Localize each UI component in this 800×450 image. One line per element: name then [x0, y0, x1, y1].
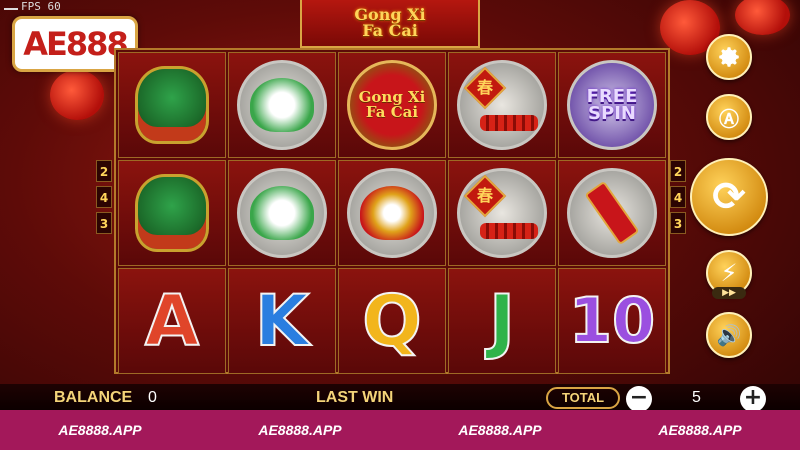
- sound-button[interactable]: 🔊: [706, 312, 752, 358]
- reel-cell-letter-q: Q: [338, 268, 446, 374]
- letter-k-symbol: K: [254, 280, 310, 362]
- chun-char: 春: [476, 78, 493, 97]
- reel-cell-scroll: [558, 160, 666, 266]
- lion-head-medal-symbol: [347, 168, 437, 258]
- reel-cell-gong-xi-coin: Gong Xi Fa Cai: [338, 52, 446, 158]
- green-dragon-symbol: [135, 66, 209, 144]
- bet-plus-button[interactable]: +: [740, 386, 766, 412]
- promo-text: AE8888.APP: [258, 422, 342, 438]
- spin-icon: ⟳: [712, 174, 746, 220]
- gear-icon: [719, 47, 739, 67]
- chun-firecracker-symbol: 春: [457, 168, 547, 258]
- line-number: 3: [670, 212, 686, 234]
- auto-icon: Ⓐ: [719, 106, 739, 131]
- promo-text: AE8888.APP: [658, 422, 742, 438]
- firecracker-icon: [480, 223, 538, 239]
- bet-value: 5: [692, 389, 701, 406]
- chun-char: 春: [476, 186, 493, 205]
- firecracker-icon: [480, 115, 538, 131]
- reel-cell-letter-j: J: [448, 268, 556, 374]
- line-numbers-left: 2 4 3: [96, 160, 112, 234]
- free-spin-symbol: FREE SPIN: [567, 60, 657, 150]
- reel-cell-lion-dance: [228, 160, 336, 266]
- reel-cell-letter-a: A: [118, 268, 226, 374]
- balance-value: 0: [148, 389, 157, 406]
- reel-cell-green-dragon: [118, 160, 226, 266]
- settings-button[interactable]: [706, 34, 752, 80]
- reel-cell-lion-head: [338, 160, 446, 266]
- scroll-medal-symbol: [567, 168, 657, 258]
- line-number: 3: [96, 212, 112, 234]
- auto-spin-button[interactable]: Ⓐ: [706, 94, 752, 140]
- line-number: 4: [670, 186, 686, 208]
- chun-tile: 春: [463, 174, 507, 218]
- reel-cell-green-dragon: [118, 52, 226, 158]
- line-number: 2: [96, 160, 112, 182]
- free-spin-text-line2: SPIN: [588, 103, 636, 124]
- signal-icon: [4, 2, 18, 10]
- reel-grid: Gong Xi Fa Cai 春 FREE SPIN 春 A K Q J 10: [114, 48, 670, 374]
- promo-text: AE8888.APP: [58, 422, 142, 438]
- last-win-label: LAST WIN: [316, 389, 394, 406]
- brand-logo-text: AE888: [23, 25, 128, 63]
- promo-text: AE8888.APP: [458, 422, 542, 438]
- reel-cell-free-spin: FREE SPIN: [558, 52, 666, 158]
- lightning-icon: ⚡: [720, 259, 738, 287]
- reel-cell-number-10: 10: [558, 268, 666, 374]
- line-number: 2: [670, 160, 686, 182]
- reel-cell-chun-firecracker: 春: [448, 52, 556, 158]
- lion-dance-medal-symbol: [237, 60, 327, 150]
- promo-strip: AE8888.APP AE8888.APP AE8888.APP AE8888.…: [0, 410, 800, 450]
- chun-tile: 春: [463, 66, 507, 110]
- letter-q-symbol: Q: [361, 280, 422, 362]
- chun-firecracker-symbol: 春: [457, 60, 547, 150]
- game-title-plate: Gong Xi Fa Cai: [300, 0, 480, 48]
- total-bet-label: TOTAL BET: [546, 387, 620, 423]
- fps-label: FPS 60: [21, 0, 61, 13]
- reel-cell-chun-firecracker: 春: [448, 160, 556, 266]
- letter-a-symbol: A: [144, 280, 200, 362]
- line-numbers-right: 2 4 3: [670, 160, 686, 234]
- line-number: 4: [96, 186, 112, 208]
- letter-j-symbol: J: [488, 280, 516, 362]
- reel-cell-letter-k: K: [228, 268, 336, 374]
- spin-button[interactable]: ⟳: [690, 158, 768, 236]
- gong-xi-coin-symbol: Gong Xi Fa Cai: [347, 60, 437, 150]
- number-10-symbol: 10: [568, 284, 656, 357]
- bet-minus-button[interactable]: −: [626, 386, 652, 412]
- game-stage: FPS 60 Gong Xi Fa Cai AE888 2 4 3 2 4 3 …: [0, 0, 800, 450]
- lantern-decoration: [50, 70, 104, 120]
- speaker-icon: 🔊: [716, 323, 742, 347]
- balance-label: BALANCE: [54, 389, 133, 406]
- lion-dance-medal-symbol: [237, 168, 327, 258]
- coin-text-line2: Fa Cai: [365, 103, 419, 121]
- reel-cell-lion-dance: [228, 52, 336, 158]
- game-title-line2: Fa Cai: [362, 21, 418, 40]
- lantern-decoration: [735, 0, 790, 35]
- green-dragon-symbol: [135, 174, 209, 252]
- speed-indicator: ▶▶: [712, 287, 746, 299]
- fps-counter: FPS 60: [4, 0, 61, 13]
